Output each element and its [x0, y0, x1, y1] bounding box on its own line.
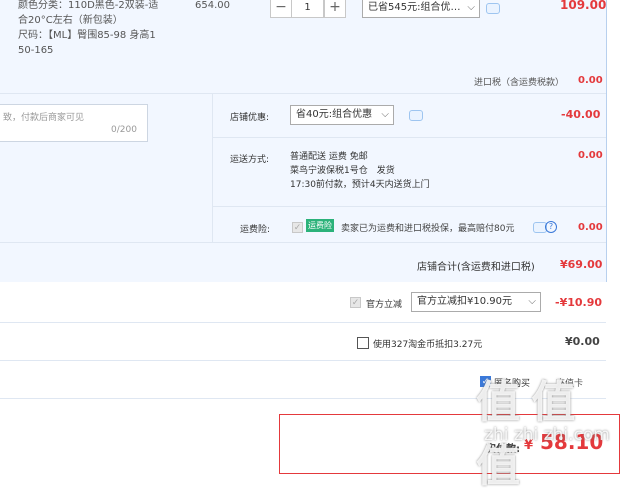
shop-discount-amount: -40.00	[561, 108, 601, 121]
spec-size-cont: 50-165	[18, 45, 54, 56]
chevron-down-icon: ⌵	[381, 109, 389, 120]
item-promo-value: 已省545元:组合优…	[368, 2, 461, 13]
divider	[213, 137, 606, 138]
divider	[213, 206, 606, 207]
insurance-checkbox: ✓	[292, 222, 303, 233]
panel-edge	[606, 0, 607, 282]
spec-color-cont: 合20°C左右（新包装）	[18, 15, 123, 26]
item-promo-select[interactable]: 已省545元:组合优… ⌵	[362, 0, 480, 18]
import-tax-label: 进口税（含运费税款）	[474, 78, 565, 88]
divider	[0, 242, 606, 243]
shipping-details: 普通配送 运费 免邮 菜鸟宁波保税1号仓 发货 17:30前付款，预计4天内送货…	[290, 150, 430, 192]
official-discount-option: 官方立减扣¥10.90元	[417, 296, 512, 307]
watermark-url: zhi zhi zhi.com	[484, 425, 610, 445]
shop-total-value: ¥69.00	[560, 258, 603, 271]
shop-total-label: 店铺合计(含运费和进口税)	[417, 262, 535, 273]
quantity-plus-button[interactable]: +	[324, 0, 346, 18]
insurance-badge: 运费险	[306, 219, 334, 232]
item-subtotal: 109.00	[560, 0, 607, 12]
divider	[212, 94, 213, 242]
shipping-fee: 0.00	[578, 150, 603, 161]
insurance-value: 0.00	[578, 222, 603, 233]
message-placeholder: 致，付款后商家可见	[3, 113, 85, 123]
official-discount-label: 官方立减	[366, 300, 403, 310]
shipping-label: 运送方式:	[230, 155, 270, 165]
shop-discount-select[interactable]: 省40元:组合优惠 ⌵	[290, 105, 394, 125]
shipping-method: 普通配送 运费 免邮	[290, 152, 368, 162]
coins-checkbox[interactable]	[357, 337, 369, 349]
quantity-input[interactable]: 1	[291, 0, 324, 18]
official-discount-select[interactable]: 官方立减扣¥10.90元 ⌵	[411, 292, 541, 312]
insurance-label: 运费险:	[240, 225, 271, 235]
official-discount-value: -¥10.90	[555, 296, 603, 309]
message-counter: 0/200	[111, 125, 137, 135]
coins-value: ¥0.00	[565, 335, 600, 348]
divider	[0, 93, 606, 94]
unit-price: 654.00	[195, 0, 230, 11]
shop-discount-value: 省40元:组合优惠	[296, 109, 373, 120]
shipping-eta: 17:30前付款，预计4天内送货上门	[290, 180, 430, 190]
chevron-down-icon: ⌵	[467, 2, 475, 13]
import-tax-value: 0.00	[578, 75, 603, 86]
divider	[0, 360, 606, 361]
item-spec: 颜色分类：110D黑色-2双装-适 合20°C左右（新包装） 尺码：【ML】臀围…	[18, 0, 158, 58]
spec-size: 尺码：【ML】臀围85-98 身高1	[18, 30, 156, 41]
spec-color: 颜色分类：110D黑色-2双装-适	[18, 0, 159, 11]
divider	[0, 322, 606, 323]
help-icon[interactable]: ?	[545, 221, 557, 233]
chat-icon[interactable]	[486, 3, 500, 14]
shop-discount-label: 店铺优惠:	[230, 113, 270, 123]
quantity-minus-button[interactable]: −	[270, 0, 292, 18]
chevron-down-icon: ⌵	[528, 296, 536, 307]
insurance-text: 卖家已为运费和进口税投保，最高赔付80元	[341, 224, 515, 234]
shipping-warehouse: 菜鸟宁波保税1号仓 发货	[290, 166, 395, 176]
official-discount-checkbox: ✓	[350, 297, 361, 308]
chat-icon[interactable]	[409, 110, 423, 121]
coins-label: 使用327淘金币抵扣3.27元	[373, 340, 483, 350]
message-textarea[interactable]: 致，付款后商家可见 0/200	[0, 104, 148, 142]
